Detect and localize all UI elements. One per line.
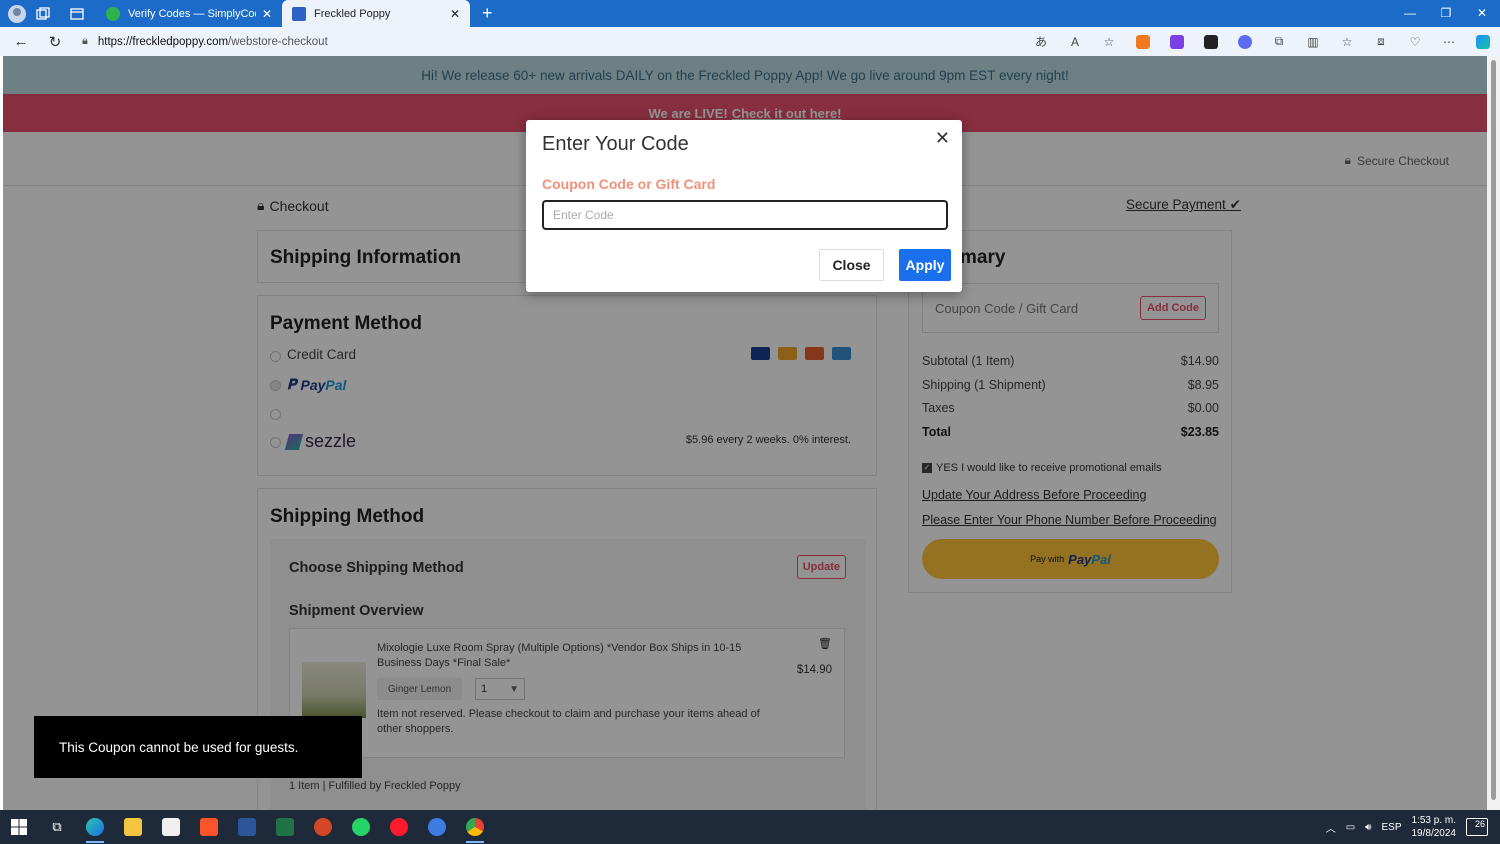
close-window-icon[interactable]: ✕ [1464,0,1500,27]
system-tray: ︿ ▭ 🔊︎ ESP 1:53 p. m. 19/8/2024 26 [1326,810,1500,844]
window-controls: — ❐ ✕ [1392,0,1500,27]
whatsapp-icon[interactable] [342,810,380,844]
tab-simplycodes[interactable]: Verify Codes — SimplyCodes ✕ [96,0,282,27]
extension-badge-icon[interactable] [1194,27,1228,56]
brave-icon[interactable] [190,810,228,844]
extensions-row: あ A ☆ ⧉ ▥ ☆ ⧈ ♡ ⋯ [1024,27,1500,56]
tab-label: Freckled Poppy [314,7,391,20]
notifications-icon[interactable]: 26 [1466,818,1488,836]
opera-icon[interactable] [380,810,418,844]
tab-freckled-poppy[interactable]: Freckled Poppy ✕ [282,0,470,27]
powerpoint-icon[interactable] [304,810,342,844]
profile-avatar-icon[interactable] [8,4,26,23]
favorites-icon[interactable]: ☆ [1330,27,1364,56]
page-scrollbar[interactable] [1487,56,1500,810]
extension-honey-icon[interactable] [1126,27,1160,56]
restore-icon[interactable]: ❐ [1428,0,1464,27]
edge-taskbar-icon[interactable] [76,810,114,844]
tab-close-icon[interactable]: ✕ [450,7,460,21]
extension-copilot-icon[interactable] [1228,27,1262,56]
chrome-icon[interactable] [456,810,494,844]
extension-a-icon[interactable] [1160,27,1194,56]
split-screen-icon[interactable]: ▥ [1296,27,1330,56]
tab-label: Verify Codes — SimplyCodes [128,7,256,20]
coupon-code-input[interactable] [542,200,948,230]
windows-taskbar: ⧉ ︿ ▭ 🔊︎ ESP 1:53 p. m. 19/8/2024 26 [0,810,1500,844]
workspaces-icon[interactable] [32,3,54,25]
extensions-puzzle-icon[interactable]: ⧉ [1262,27,1296,56]
clock[interactable]: 1:53 p. m. 19/8/2024 [1412,814,1457,840]
url-host: https://freckledpoppy.com [97,35,229,48]
tab-actions-icon[interactable] [66,3,88,25]
url-path: /webstore-checkout [228,35,328,48]
file-explorer-icon[interactable] [114,810,152,844]
close-icon[interactable]: ✕ [935,128,950,149]
refresh-icon[interactable]: ↻ [38,33,72,51]
read-aloud-icon[interactable]: A [1058,27,1092,56]
coupon-code-label: Coupon Code or Gift Card [542,176,716,192]
translate-icon[interactable]: あ [1024,27,1058,56]
word-icon[interactable] [228,810,266,844]
browser-titlebar: Verify Codes — SimplyCodes ✕ Freckled Po… [0,0,1500,27]
more-menu-icon[interactable]: ⋯ [1432,27,1466,56]
lock-icon[interactable]: 🔒︎ [82,35,88,48]
app-badge-icon[interactable] [418,810,456,844]
collections-icon[interactable]: ⧈ [1364,27,1398,56]
scrollbar-thumb[interactable] [1491,60,1496,800]
copilot-icon[interactable] [1466,27,1500,56]
apply-button[interactable]: Apply [899,249,951,281]
freckled-poppy-favicon-icon [292,6,306,21]
error-toast: This Coupon cannot be used for guests. [34,716,362,778]
tab-close-icon[interactable]: ✕ [262,7,272,21]
back-icon[interactable]: ← [4,33,38,50]
close-button[interactable]: Close [819,249,884,281]
favorite-star-icon[interactable]: ☆ [1092,27,1126,56]
browser-toolbar: ← ↻ 🔒︎ https://freckledpoppy.com /websto… [0,27,1500,56]
clock-date: 19/8/2024 [1411,828,1457,839]
volume-icon[interactable]: 🔊︎ [1365,822,1371,833]
plus-icon[interactable]: + [482,3,493,24]
address-bar[interactable]: 🔒︎ https://freckledpoppy.com /webstore-c… [82,31,1012,53]
store-icon[interactable] [152,810,190,844]
minimize-icon[interactable]: — [1392,0,1428,27]
clock-time: 1:53 p. m. [1411,815,1456,826]
network-icon[interactable]: ▭ [1346,822,1355,833]
enter-code-modal: Enter Your Code ✕ Coupon Code or Gift Ca… [526,120,962,292]
chevron-up-icon[interactable]: ︿ [1326,820,1336,835]
simplycodes-favicon-icon [106,6,120,21]
browser-essentials-icon[interactable]: ♡ [1398,27,1432,56]
windows-start-icon[interactable] [0,810,38,844]
language-indicator[interactable]: ESP [1381,822,1401,833]
modal-title: Enter Your Code [542,133,689,155]
task-view-icon[interactable]: ⧉ [38,810,76,844]
excel-icon[interactable] [266,810,304,844]
